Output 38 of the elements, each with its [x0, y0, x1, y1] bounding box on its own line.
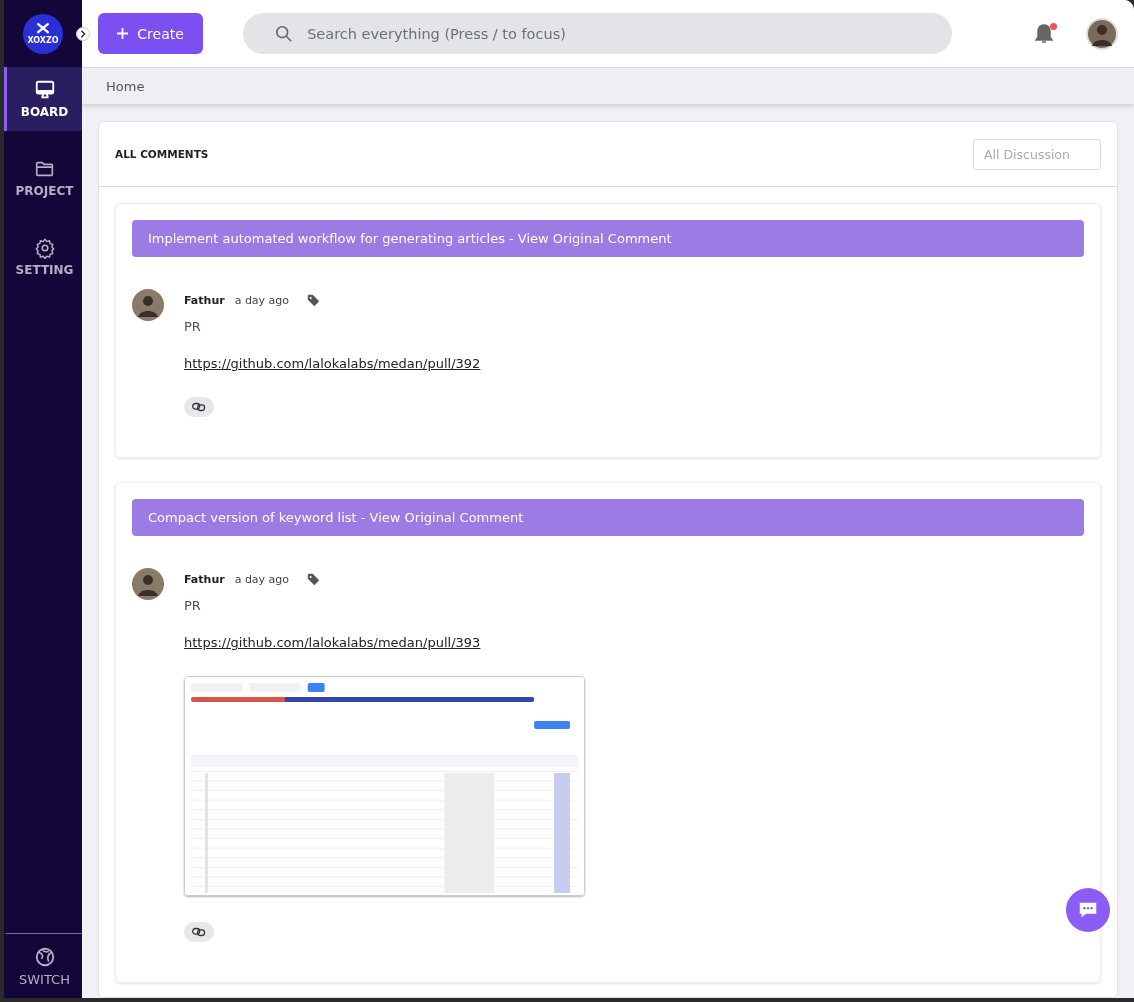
- author-name: Fathur: [184, 572, 225, 586]
- link-button[interactable]: [184, 922, 214, 942]
- chevron-icon: [79, 30, 87, 38]
- panel-title: ALL COMMENTS: [115, 148, 209, 160]
- collapse-button[interactable]: [76, 27, 90, 41]
- comment-text: PR: [184, 319, 201, 334]
- author-name: Fathur: [184, 293, 225, 307]
- comment-text: PR: [184, 598, 201, 613]
- tag-icon[interactable]: [307, 572, 321, 586]
- search-field[interactable]: Search everything (Press / to focus): [243, 13, 952, 54]
- tag-icon[interactable]: [307, 293, 321, 307]
- author-avatar: [132, 568, 164, 600]
- notification-button[interactable]: [1032, 21, 1056, 46]
- logo[interactable]: XOXZO: [23, 13, 63, 54]
- nav-item[interactable]: SETTING: [4, 225, 82, 289]
- search-icon: [275, 25, 294, 43]
- comment-link[interactable]: https://github.com/lalokalabs/medan/pull/393: [184, 635, 481, 650]
- create-button[interactable]: Create: [98, 13, 204, 54]
- comment-link[interactable]: https://github.com/lalokalabs/medan/pull/392: [184, 356, 481, 371]
- logo-text: XOXZO: [27, 36, 59, 45]
- bell-icon: [1032, 21, 1056, 46]
- user-avatar[interactable]: [1086, 17, 1118, 50]
- breadcrumb[interactable]: Home: [106, 78, 145, 94]
- nav-item[interactable]: PROJECT: [4, 146, 82, 210]
- settings-icon: [33, 237, 56, 259]
- comment-time: a day ago: [234, 572, 290, 586]
- monitor-icon: [33, 79, 56, 101]
- globe-icon: [33, 945, 56, 968]
- comment-time: a day ago: [234, 293, 290, 307]
- link-button[interactable]: [184, 397, 214, 417]
- logo-icon: [35, 22, 51, 36]
- link-icon: [192, 402, 206, 412]
- switch-button[interactable]: SWITCH: [4, 933, 82, 998]
- plus-icon: [117, 28, 129, 39]
- author-avatar: [132, 289, 164, 321]
- link-icon: [192, 927, 206, 937]
- nav-item[interactable]: BOARD: [4, 67, 82, 131]
- discussion-filter[interactable]: All Discussion: [973, 138, 1101, 170]
